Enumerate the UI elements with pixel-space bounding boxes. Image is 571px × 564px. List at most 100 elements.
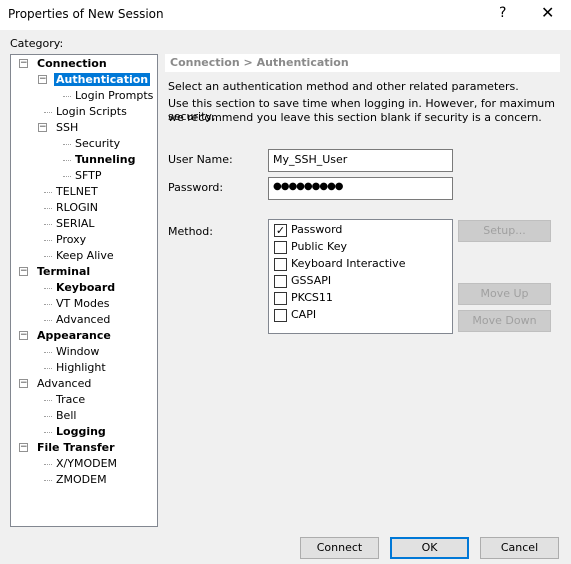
tree-item[interactable]: Logging	[44, 424, 108, 440]
tree-item[interactable]: Login Prompts	[63, 88, 155, 104]
checkbox[interactable]	[274, 257, 287, 271]
tree-item[interactable]: VT Modes	[44, 296, 111, 312]
method-label: CAPI	[291, 308, 317, 321]
tree-item-label: X/YMODEM	[56, 457, 118, 470]
tree-item-label: Login Prompts	[75, 89, 154, 102]
checkbox[interactable]	[274, 291, 287, 305]
method-label: Password	[291, 223, 343, 236]
method-label: PKCS11	[291, 291, 333, 304]
tree-connector	[63, 160, 71, 161]
collapse-icon[interactable]: −	[38, 75, 47, 84]
tree-connector	[44, 192, 52, 193]
tree-item-label: Advanced	[56, 313, 111, 326]
tree-item[interactable]: X/YMODEM	[44, 456, 119, 472]
tree-connector	[63, 144, 71, 145]
breadcrumb: Connection > Authentication	[165, 54, 560, 72]
tree-item[interactable]: − Appearance	[19, 328, 113, 344]
tree-item[interactable]: ZMODEM	[44, 472, 109, 488]
tree-item[interactable]: Tunneling	[63, 152, 138, 168]
category-tree[interactable]: − Connection − Authentication Login Prompts L…	[10, 54, 158, 527]
close-button[interactable]: ✕	[541, 3, 554, 22]
tree-item[interactable]: SFTP	[63, 168, 103, 184]
tree-connector	[63, 96, 71, 97]
method-list[interactable]: ✓ Password Public Key Keyboard Interactive G…	[268, 219, 453, 334]
tree-item-label: Security	[75, 137, 121, 150]
password-input[interactable]: ●●●●●●●●●	[268, 177, 453, 200]
tree-item[interactable]: Login Scripts	[44, 104, 129, 120]
tree-item[interactable]: Proxy	[44, 232, 88, 248]
setup-button[interactable]: Setup...	[458, 220, 551, 242]
checkbox[interactable]	[274, 308, 287, 322]
tree-item-label: Login Scripts	[56, 105, 127, 118]
tree-connector	[63, 176, 71, 177]
tree-item-label: VT Modes	[56, 297, 110, 310]
tree-item[interactable]: Highlight	[44, 360, 108, 376]
tree-item[interactable]: TELNET	[44, 184, 100, 200]
collapse-icon[interactable]: −	[19, 331, 28, 340]
collapse-icon[interactable]: −	[19, 59, 28, 68]
tree-item[interactable]: − File Transfer	[19, 440, 117, 456]
tree-item-label: Authentication	[54, 73, 151, 86]
tree-item[interactable]: SERIAL	[44, 216, 96, 232]
method-item[interactable]: CAPI	[274, 308, 316, 325]
collapse-icon[interactable]: −	[19, 267, 28, 276]
tree-item-label: Trace	[56, 393, 86, 406]
method-label: Public Key	[291, 240, 347, 253]
method-item[interactable]: Keyboard Interactive	[274, 257, 405, 274]
collapse-icon[interactable]: −	[19, 379, 28, 388]
tree-item-label: Logging	[56, 425, 106, 438]
tree-item-label: Proxy	[56, 233, 87, 246]
tree-item[interactable]: Window	[44, 344, 101, 360]
username-input[interactable]: My_SSH_User	[268, 149, 453, 172]
tree-item-label: Window	[56, 345, 100, 358]
tree-item[interactable]: RLOGIN	[44, 200, 100, 216]
move-up-button[interactable]: Move Up	[458, 283, 551, 305]
tree-connector	[44, 432, 52, 433]
password-label: Password:	[168, 181, 224, 194]
tree-item-label: RLOGIN	[56, 201, 99, 214]
tree-item-label: File Transfer	[37, 441, 115, 454]
category-label: Category:	[10, 37, 64, 50]
method-item[interactable]: ✓ Password	[274, 223, 342, 240]
move-down-button[interactable]: Move Down	[458, 310, 551, 332]
tree-item[interactable]: Advanced	[44, 312, 112, 328]
intro-text: Select an authentication method and othe…	[168, 80, 519, 93]
connect-button[interactable]: Connect	[300, 537, 379, 559]
collapse-icon[interactable]: −	[19, 443, 28, 452]
tree-item[interactable]: Security	[63, 136, 122, 152]
tree-item[interactable]: − Advanced	[19, 376, 93, 392]
tree-connector	[44, 464, 52, 465]
tree-item-label: Advanced	[37, 377, 92, 390]
tree-item[interactable]: Keep Alive	[44, 248, 116, 264]
tree-item[interactable]: Keyboard	[44, 280, 117, 296]
method-item[interactable]: PKCS11	[274, 291, 333, 308]
ok-button[interactable]: OK	[390, 537, 469, 559]
method-item[interactable]: GSSAPI	[274, 274, 331, 291]
tree-connector	[44, 224, 52, 225]
tree-connector	[44, 480, 52, 481]
checkbox[interactable]	[274, 274, 287, 288]
tree-item[interactable]: Bell	[44, 408, 78, 424]
tree-item-label: Bell	[56, 409, 77, 422]
tree-item[interactable]: Trace	[44, 392, 87, 408]
tree-connector	[44, 320, 52, 321]
tree-item[interactable]: − SSH	[38, 120, 80, 136]
checkbox[interactable]: ✓	[274, 223, 287, 237]
method-item[interactable]: Public Key	[274, 240, 347, 257]
tree-item-label: TELNET	[56, 185, 98, 198]
tree-connector	[44, 368, 52, 369]
checkbox[interactable]	[274, 240, 287, 254]
method-label: Keyboard Interactive	[291, 257, 406, 270]
help-button[interactable]: ?	[499, 5, 506, 21]
collapse-icon[interactable]: −	[38, 123, 47, 132]
cancel-button[interactable]: Cancel	[480, 537, 559, 559]
username-label: User Name:	[168, 153, 233, 166]
tree-item-label: Connection	[37, 57, 107, 70]
tree-item[interactable]: − Connection	[19, 56, 109, 72]
tree-item[interactable]: − Terminal	[19, 264, 92, 280]
tree-item-label: Keep Alive	[56, 249, 114, 262]
tree-item-label: ZMODEM	[56, 473, 107, 486]
tree-item[interactable]: − Authentication	[38, 72, 151, 88]
tree-connector	[44, 256, 52, 257]
tree-item-label: SSH	[56, 121, 79, 134]
